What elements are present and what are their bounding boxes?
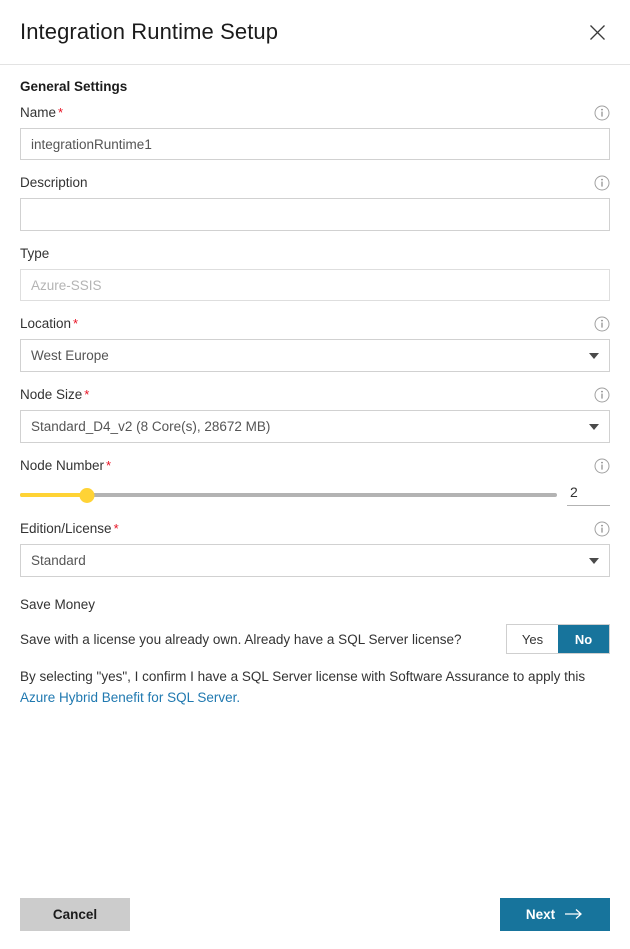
section-title-general-settings: General Settings (20, 79, 610, 94)
license-toggle-yes[interactable]: Yes (507, 625, 558, 653)
node-size-select[interactable]: Standard_D4_v2 (8 Core(s), 28672 MB) (20, 410, 610, 443)
field-label-row: Name* (20, 103, 610, 123)
field-label-node-size: Node Size (20, 387, 82, 402)
info-icon[interactable] (594, 458, 610, 474)
dialog-footer: Cancel Next (0, 879, 630, 949)
dialog-header: Integration Runtime Setup (0, 0, 630, 65)
node-size-selected-value: Standard_D4_v2 (8 Core(s), 28672 MB) (31, 419, 270, 434)
slider-thumb[interactable] (80, 488, 95, 503)
close-button[interactable] (582, 17, 612, 47)
label-group: Description (20, 174, 88, 192)
info-icon[interactable] (594, 175, 610, 191)
next-button[interactable]: Next (500, 898, 610, 931)
next-button-label: Next (526, 907, 555, 922)
info-icon[interactable] (594, 521, 610, 537)
field-node-number: Node Number* 2 (20, 456, 610, 506)
info-icon[interactable] (594, 387, 610, 403)
location-selected-value: West Europe (31, 348, 109, 363)
node-number-slider-row: 2 (20, 484, 610, 506)
node-number-value[interactable]: 2 (567, 484, 610, 506)
slider-track-fill (20, 493, 87, 497)
license-toggle-no[interactable]: No (558, 625, 609, 653)
required-asterisk: * (58, 105, 63, 120)
license-question-row: Save with a license you already own. Alr… (20, 624, 610, 654)
field-label-row: Node Number* (20, 456, 610, 476)
edition-license-select[interactable]: Standard (20, 544, 610, 577)
field-label-edition-license: Edition/License (20, 521, 112, 536)
edition-license-selected-value: Standard (31, 553, 86, 568)
field-label-node-number: Node Number (20, 458, 104, 473)
label-group: Node Size* (20, 386, 89, 404)
location-select[interactable]: West Europe (20, 339, 610, 372)
arrow-right-icon (564, 908, 584, 920)
license-disclaimer-text: By selecting "yes", I confirm I have a S… (20, 669, 585, 684)
section-title-save-money: Save Money (20, 597, 610, 612)
label-group: Name* (20, 104, 63, 122)
required-asterisk: * (114, 521, 119, 536)
close-icon (589, 24, 606, 41)
label-group: Type (20, 245, 49, 263)
field-label-description: Description (20, 175, 88, 190)
field-name: Name* integrationRuntime1 (20, 103, 610, 160)
description-input[interactable] (20, 198, 610, 231)
required-asterisk: * (84, 387, 89, 402)
field-label-row: Description (20, 173, 610, 193)
field-label-row: Edition/License* (20, 519, 610, 539)
field-label-row: Node Size* (20, 385, 610, 405)
chevron-down-icon (589, 558, 599, 564)
field-description: Description (20, 173, 610, 231)
field-location: Location* West Europe (20, 314, 610, 372)
cancel-button[interactable]: Cancel (20, 898, 130, 931)
required-asterisk: * (106, 458, 111, 473)
slider-track-base (20, 493, 557, 497)
field-node-size: Node Size* Standard_D4_v2 (8 Core(s), 28… (20, 385, 610, 443)
field-label-type: Type (20, 246, 49, 261)
chevron-down-icon (589, 424, 599, 430)
field-label-row: Location* (20, 314, 610, 334)
license-question-text: Save with a license you already own. Alr… (20, 632, 462, 647)
page-title: Integration Runtime Setup (20, 19, 278, 45)
type-input: Azure-SSIS (20, 269, 610, 301)
field-edition-license: Edition/License* Standard (20, 519, 610, 577)
azure-hybrid-benefit-link[interactable]: Azure Hybrid Benefit for SQL Server. (20, 690, 240, 705)
field-label-name: Name (20, 105, 56, 120)
info-icon[interactable] (594, 316, 610, 332)
name-input[interactable]: integrationRuntime1 (20, 128, 610, 160)
chevron-down-icon (589, 353, 599, 359)
info-icon[interactable] (594, 105, 610, 121)
required-asterisk: * (73, 316, 78, 331)
field-label-row: Type (20, 244, 610, 264)
license-toggle: Yes No (506, 624, 610, 654)
dialog-body: General Settings Name* integrationRuntim… (0, 65, 630, 708)
label-group: Location* (20, 315, 78, 333)
node-number-slider[interactable] (20, 485, 557, 505)
field-type: Type Azure-SSIS (20, 244, 610, 301)
license-disclaimer: By selecting "yes", I confirm I have a S… (20, 667, 610, 708)
label-group: Node Number* (20, 457, 111, 475)
field-label-location: Location (20, 316, 71, 331)
label-group: Edition/License* (20, 520, 119, 538)
